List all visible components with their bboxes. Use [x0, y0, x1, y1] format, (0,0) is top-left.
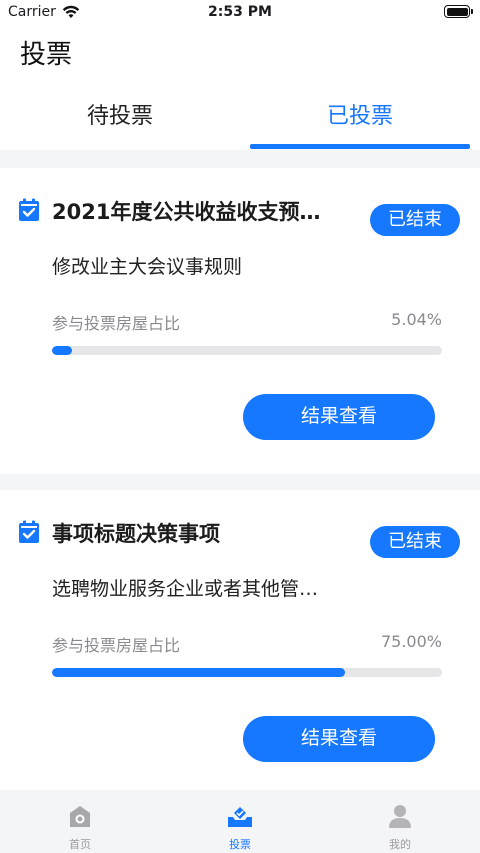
- header: 投票 待投票 已投票: [0, 26, 480, 150]
- participation-value: 5.04%: [391, 310, 442, 329]
- progress-fill: [52, 668, 345, 677]
- vote-screen: Carrier 2:53 PM 投票 待投票 已投票 2021年度公共收益收支预…: [0, 0, 480, 853]
- participation-label: 参与投票房屋占比: [52, 314, 181, 333]
- participation-label: 参与投票房屋占比: [52, 636, 181, 655]
- nav-item-home[interactable]: 首页: [50, 804, 110, 852]
- bottom-nav: 首页 投票 我的: [0, 790, 480, 853]
- checklist-icon: [19, 520, 39, 543]
- card-subtitle: 修改业主大会议事规则: [52, 256, 243, 278]
- tab-bar: 待投票 已投票: [0, 90, 480, 150]
- status-time: 2:53 PM: [208, 4, 272, 20]
- view-results-button[interactable]: 结果查看: [243, 394, 435, 440]
- progress-fill: [52, 346, 72, 355]
- status-badge: 已结束: [370, 204, 460, 236]
- tab-voted[interactable]: 已投票: [240, 90, 480, 150]
- nav-label: 投票: [229, 838, 251, 851]
- participation-progress: [52, 668, 442, 677]
- status-badge: 已结束: [370, 526, 460, 558]
- battery-icon: [444, 5, 473, 18]
- card-title: 2021年度公共收益收支预…: [52, 200, 321, 224]
- tab-pending[interactable]: 待投票: [0, 90, 240, 150]
- participation-value: 75.00%: [380, 632, 442, 651]
- view-results-button[interactable]: 结果查看: [243, 716, 435, 762]
- status-bar: Carrier 2:53 PM: [0, 0, 480, 26]
- participation-progress: [52, 346, 442, 355]
- ballot-icon: [228, 807, 252, 827]
- nav-item-mine[interactable]: 我的: [370, 804, 430, 852]
- active-tab-indicator: [250, 144, 470, 149]
- checklist-icon: [19, 198, 39, 221]
- page-title: 投票: [20, 40, 73, 70]
- home-icon: [70, 806, 90, 827]
- card-subtitle: 选聘物业服务企业或者其他管…: [52, 578, 319, 600]
- profile-icon: [389, 805, 411, 828]
- vote-card: 事项标题决策事项 已结束 选聘物业服务企业或者其他管… 参与投票房屋占比 75.…: [0, 490, 480, 790]
- nav-label: 首页: [69, 838, 91, 851]
- vote-card: 2021年度公共收益收支预… 已结束 修改业主大会议事规则 参与投票房屋占比 5…: [0, 168, 480, 474]
- card-title: 事项标题决策事项: [52, 522, 220, 546]
- nav-item-vote[interactable]: 投票: [210, 804, 270, 852]
- nav-label: 我的: [389, 838, 411, 851]
